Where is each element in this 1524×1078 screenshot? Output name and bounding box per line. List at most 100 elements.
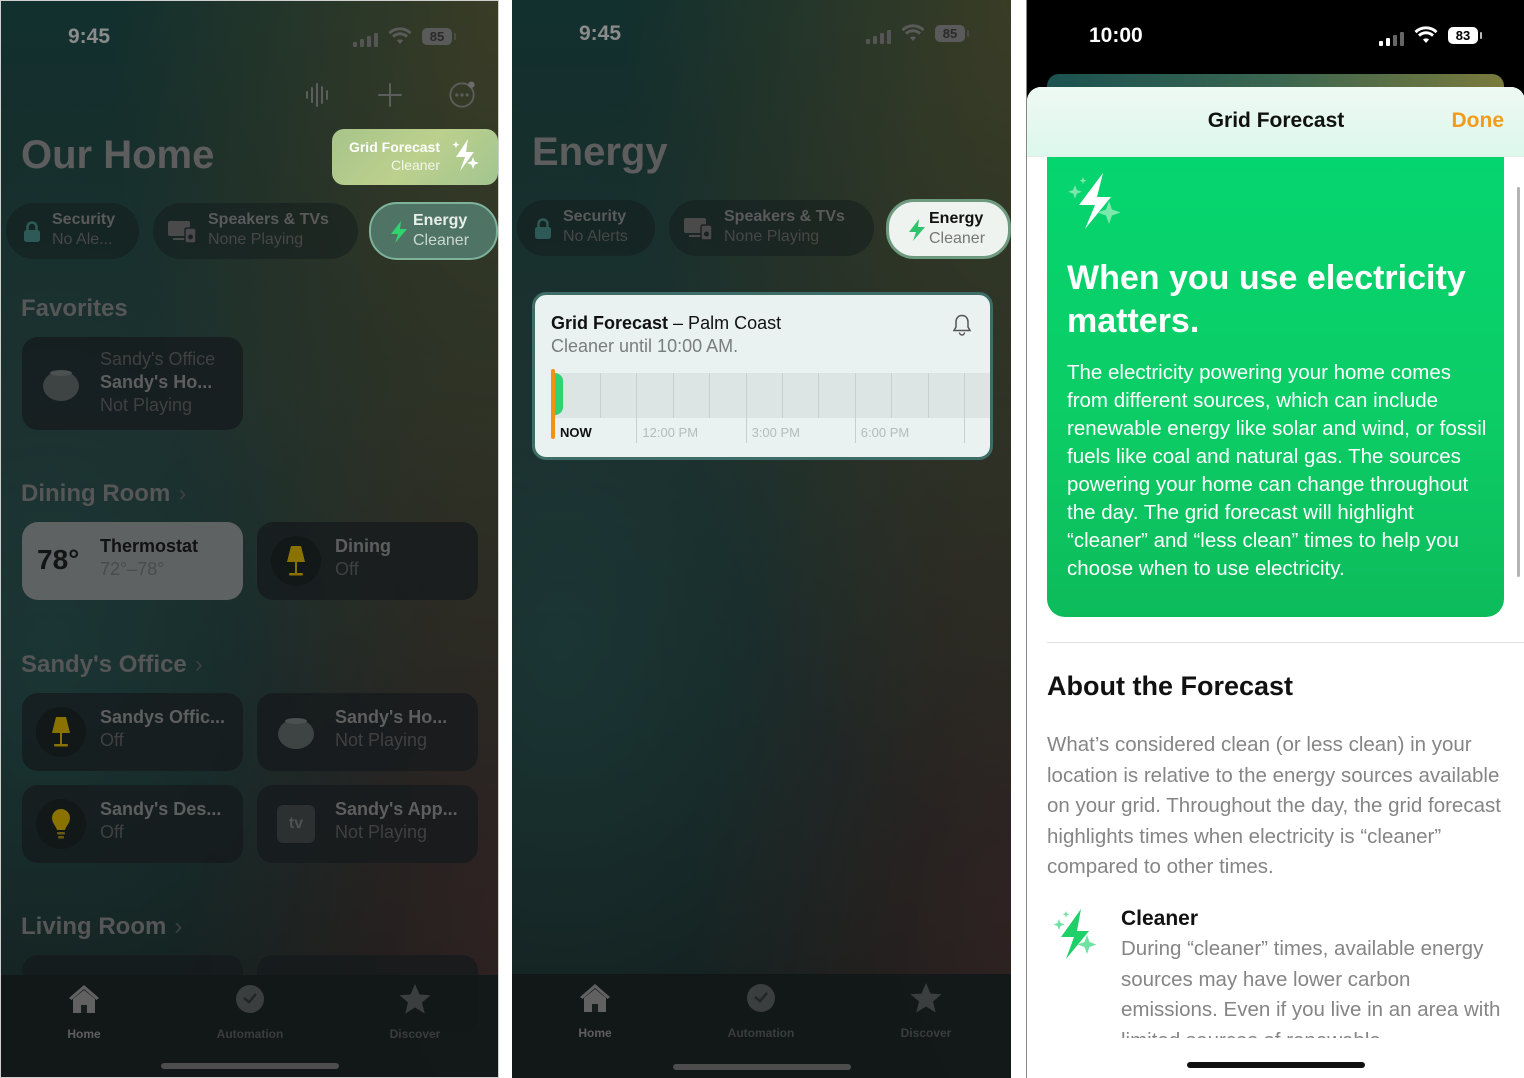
tab-home[interactable]: Home [24, 981, 144, 1041]
grid-forecast-widget[interactable]: Grid Forecast – Palm Coast Cleaner until… [532, 292, 993, 460]
star-icon [399, 984, 431, 1014]
timeline-gridline [818, 373, 820, 418]
chevron-right-icon: › [178, 480, 187, 507]
pill-title: Security [52, 211, 116, 228]
home-screen-dimmed: 9:45 85 Our Home Grid Forecast Cleaner S… [0, 0, 499, 1078]
tab-bar: Home Automation Discover [512, 974, 1011, 1078]
tile-state: Not Playing [335, 822, 428, 842]
bolt-icon [391, 221, 407, 243]
pill-speakers-tvs[interactable]: Speakers & TVs None Playing [669, 200, 874, 256]
timeline-gridline [672, 373, 674, 418]
house-icon [69, 985, 99, 1013]
timeline-label-now: NOW [560, 425, 592, 440]
tab-automation[interactable]: Automation [701, 980, 821, 1040]
chevron-right-icon: › [174, 913, 183, 940]
tile-state: Not Playing [335, 730, 428, 750]
pill-energy[interactable]: Energy Cleaner [369, 202, 498, 260]
bell-icon[interactable] [950, 313, 974, 337]
hero-body: The electricity powering your home comes… [1067, 361, 1487, 580]
status-bar: 9:45 85 [512, 20, 1011, 50]
lightbulb-icon [36, 799, 86, 849]
grid-forecast-badge[interactable]: Grid Forecast Cleaner [332, 129, 498, 185]
section-dining-room[interactable]: Dining Room › [21, 480, 186, 508]
homepod-icon [36, 359, 86, 409]
home-indicator [672, 1064, 851, 1070]
timeline-gridline [709, 373, 711, 418]
tab-discover[interactable]: Discover [355, 981, 475, 1041]
grid-forecast-sheet-screen: 10:00 83 Grid Forecast Done When you use… [1026, 0, 1524, 1078]
pill-title: Speakers & TVs [724, 208, 845, 225]
tile-name: Dining [335, 536, 391, 556]
tile-dining-lamp[interactable]: Dining Off [257, 522, 478, 600]
waveform-icon[interactable] [304, 81, 332, 109]
about-body: What’s considered clean (or less clean) … [1047, 733, 1501, 878]
star-icon [910, 983, 942, 1013]
pill-subtitle: Cleaner [413, 232, 470, 249]
cellular-signal-icon [866, 28, 891, 44]
add-icon[interactable] [376, 81, 404, 109]
thermostat-temp: 78° [37, 544, 80, 575]
scrollbar[interactable] [1517, 187, 1520, 577]
pill-title: Speakers & TVs [208, 211, 329, 228]
tab-label: Discover [389, 1027, 441, 1041]
tab-home[interactable]: Home [535, 980, 655, 1040]
pill-subtitle: Cleaner [929, 230, 986, 247]
pill-security[interactable]: Security No Alerts [517, 200, 655, 256]
divider [1047, 642, 1524, 643]
forecast-title: Grid Forecast – Palm Coast [551, 313, 782, 333]
grid-forecast-sheet: Grid Forecast Done When you use electric… [1027, 87, 1524, 1078]
status-time: 10:00 [1089, 24, 1143, 47]
tile-name: Sandy's App... [335, 799, 458, 819]
lock-icon [24, 221, 40, 242]
tab-bar: Home Automation Discover [1, 975, 498, 1077]
now-marker [551, 369, 555, 439]
section-sandys-office[interactable]: Sandy's Office › [21, 651, 203, 679]
lamp-icon [271, 536, 321, 586]
tab-label: Home [578, 1026, 612, 1040]
tile-office-homepod[interactable]: Sandy's Ho... Not Playing [257, 693, 478, 771]
done-button[interactable]: Done [1452, 109, 1505, 133]
tile-name: Sandy's Ho... [335, 707, 448, 727]
pill-speakers-tvs[interactable]: Speakers & TVs None Playing [153, 203, 358, 259]
tile-favorite-homepod[interactable]: Sandy's Office Sandy's Ho... Not Playing [22, 337, 243, 430]
pill-subtitle: No Ale... [52, 231, 113, 248]
timeline-label: 6:00 PM [860, 425, 910, 440]
timeline-band [551, 373, 990, 418]
timeline-gridline [927, 373, 929, 418]
tile-apple-tv[interactable]: tv Sandy's App... Not Playing [257, 785, 478, 863]
tile-state: Off [100, 822, 124, 842]
apple-tv-icon: tv [277, 805, 315, 843]
tile-name: Sandy's Ho... [100, 372, 213, 392]
section-favorites: Favorites [21, 295, 128, 322]
tab-automation[interactable]: Automation [190, 981, 310, 1041]
tile-state: 72°–78° [100, 559, 165, 579]
speakers-tv-icon [168, 221, 197, 243]
pill-title: Energy [929, 210, 984, 227]
clock-check-icon [747, 984, 775, 1012]
tab-label: Automation [216, 1027, 284, 1041]
chevron-right-icon: › [194, 651, 203, 678]
status-bar: 9:45 85 [1, 23, 498, 53]
pill-security[interactable]: Security No Ale... [6, 203, 139, 259]
timeline-gridline [600, 373, 601, 418]
timeline-label: 12:00 PM [642, 425, 699, 440]
cleaner-bolt-icon [1053, 909, 1097, 959]
section-living-room[interactable]: Living Room › [21, 913, 182, 941]
tab-discover[interactable]: Discover [866, 980, 986, 1040]
tile-office-lamp[interactable]: Sandys Offic... Off [22, 693, 243, 771]
bolt-icon [909, 219, 925, 241]
pill-title: Energy [413, 212, 468, 229]
house-icon [580, 984, 610, 1012]
tile-thermostat[interactable]: 78° Thermostat 72°–78° [22, 522, 243, 600]
sparkle-bolt-icon [452, 139, 479, 171]
tile-state: Off [335, 559, 359, 579]
more-icon[interactable] [448, 81, 476, 109]
tile-desk-bulb[interactable]: Sandy's Des... Off [22, 785, 243, 863]
grid-forecast-badge-status: Cleaner [390, 157, 440, 173]
timeline-gridline [782, 373, 783, 418]
pill-energy-selected[interactable]: Energy Cleaner [886, 199, 1011, 259]
tile-state: Not Playing [100, 395, 193, 415]
cleaner-period-bar [554, 373, 564, 415]
home-indicator [160, 1063, 339, 1069]
page-title: Energy [532, 130, 668, 174]
